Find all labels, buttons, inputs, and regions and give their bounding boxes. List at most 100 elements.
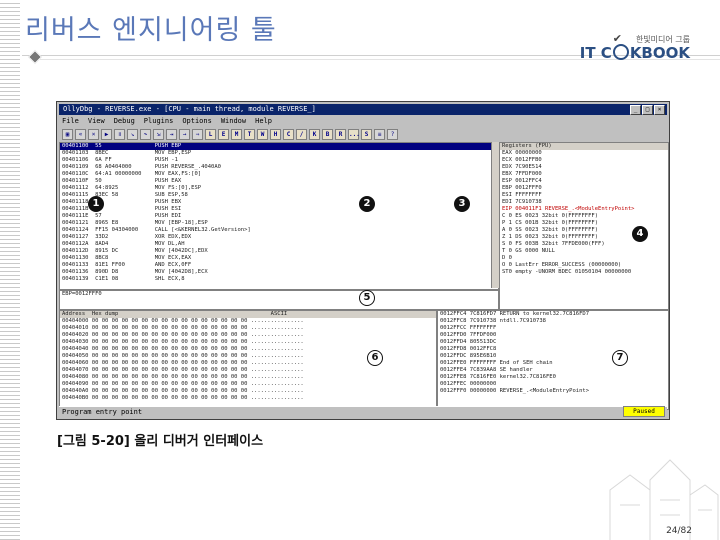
- menu-window[interactable]: Window: [221, 116, 246, 127]
- screenshot-filler-line: 0012FFC4 7C816FD7 RETURN to kernel32.7C8…: [440, 311, 590, 317]
- toolbar-patches[interactable]: /: [296, 128, 307, 140]
- rewind-icon[interactable]: «: [75, 128, 86, 140]
- screenshot-filler-line: 00401100 55 PUSH EBP: [60, 143, 498, 150]
- trace-into-icon[interactable]: ⇲: [153, 128, 164, 140]
- screenshot-filler-line: ESI FFFFFFFF: [502, 192, 542, 198]
- screenshot-filler-line: 00401127 33D2 XOR EDX,EDX: [62, 234, 192, 240]
- callout-2: 2: [359, 196, 375, 212]
- screenshot-filler-line: 00401133 81E1 FF00 AND ECX,0FF: [62, 262, 192, 268]
- screenshot-filler-line: EBP 0012FFF0: [502, 185, 542, 191]
- toolbar-run-trace[interactable]: ...: [348, 128, 360, 140]
- paused-badge: Paused: [623, 406, 665, 417]
- screenshot-filler-line: 00404020 00 00 00 00 00 00 00 00 00 00 0…: [62, 332, 304, 338]
- callout-1: 1: [88, 196, 104, 212]
- menu-plugins[interactable]: Plugins: [144, 116, 174, 127]
- pause-icon[interactable]: ॥: [114, 128, 125, 140]
- screenshot-filler-line: 00404000 00 00 00 00 00 00 00 00 00 00 0…: [62, 318, 304, 324]
- screenshot-filler-line: 00401103 8BEC MOV EBP,ESP: [62, 150, 192, 156]
- screenshot-filler-line: 00401130 8BC8 MOV ECX,EAX: [62, 255, 192, 261]
- figure-caption: [그림 5-20] 올리 디버거 인터페이스: [57, 434, 264, 449]
- toolbar-source[interactable]: S: [361, 128, 372, 140]
- step-over-icon[interactable]: ↷: [140, 128, 151, 140]
- screenshot-filler-line: 00401112 64:8925 MOV FS:[0],ESP: [62, 185, 202, 191]
- toolbar-threads[interactable]: T: [244, 128, 255, 140]
- register-lines: EAX 00000000 ECX 0012FFB0 EDX 7C90E514 EBX …: [500, 150, 668, 276]
- hex-header: Hex dump: [91, 311, 119, 317]
- disassembly-pane[interactable]: 00401100 55 PUSH EBP 00401103 8BEC MOV EB…: [59, 142, 499, 290]
- goto-icon[interactable]: ⇒: [192, 128, 203, 140]
- toolbar-breakpoints[interactable]: B: [322, 128, 333, 140]
- screenshot-filler-line: ESP 0012FFC4: [502, 178, 542, 184]
- screenshot-filler-line: 00401121 8965 E8 MOV [EBP-18],ESP: [62, 220, 208, 226]
- address-header: Address: [62, 311, 86, 317]
- toolbar-cpu[interactable]: C: [283, 128, 294, 140]
- it-cookbook-logo: IT C KBOOK: [580, 44, 690, 62]
- execute-till-return-icon[interactable]: →: [179, 128, 190, 140]
- menu-view[interactable]: View: [88, 116, 105, 127]
- screenshot-filler-line: ST0 empty -UNORM BDEC 01050104 00000000: [502, 269, 632, 275]
- page-number: 24/82: [666, 526, 692, 536]
- toolbar: ▣ « × ▶ ॥ ↘ ↷ ⇲ ⇥ → ⇒ L E M T W H C / K …: [59, 128, 667, 140]
- screenshot-filler-line: 0040110F 50 PUSH EAX: [62, 178, 182, 184]
- help-icon[interactable]: ?: [387, 128, 398, 140]
- screenshot-filler-line: O 0 LastErr ERROR_SUCCESS (00000000): [502, 262, 622, 268]
- step-into-icon[interactable]: ↘: [127, 128, 138, 140]
- menu-help[interactable]: Help: [255, 116, 272, 127]
- window-title: OllyDbg - REVERSE.exe - [CPU - main thre…: [63, 105, 316, 113]
- screenshot-filler-line: 0012FFD8 0012FFC8: [440, 346, 497, 352]
- logo-o-icon: [612, 44, 629, 60]
- screenshot-filler-line: 0012FFD0 7FFDF000: [440, 332, 497, 338]
- status-bar: Program entry point: [59, 406, 667, 417]
- menubar: File View Debug Plugins Options Window H…: [59, 116, 667, 127]
- ollydbg-window: OllyDbg - REVERSE.exe - [CPU - main thre…: [56, 101, 670, 420]
- minimize-icon[interactable]: _: [630, 105, 641, 115]
- screenshot-filler-line: 00404080 00 00 00 00 00 00 00 00 00 00 0…: [62, 374, 304, 380]
- menu-options[interactable]: Options: [182, 116, 212, 127]
- close-file-icon[interactable]: ×: [88, 128, 99, 140]
- screenshot-filler-line: EDX 7C90E514: [502, 164, 542, 170]
- ascii-header: ASCII: [270, 311, 288, 317]
- left-stripe-decoration: [0, 0, 20, 540]
- screenshot-filler-line: 0040112A 8AD4 MOV DL,AH: [62, 241, 185, 247]
- screenshot-filler-line: 0012FFF0 00000000 REVERSE_.<ModuleEntryP…: [440, 388, 590, 394]
- status-text: Program entry point: [62, 408, 143, 416]
- screenshot-filler-line: 0012FFE8 7C816FE0 kernel32.7C816FE0: [440, 374, 556, 380]
- screenshot-filler-line: 00404010 00 00 00 00 00 00 00 00 00 00 0…: [62, 325, 304, 331]
- open-icon[interactable]: ▣: [62, 128, 73, 140]
- screenshot-filler-line: 004040B0 00 00 00 00 00 00 00 00 00 00 0…: [62, 395, 304, 401]
- callout-7: 7: [612, 350, 628, 366]
- toolbar-callstack[interactable]: K: [309, 128, 320, 140]
- disassembly-scrollbar[interactable]: [491, 142, 499, 288]
- screenshot-filler-line: 0012FFDC 895E6B10: [440, 353, 497, 359]
- screenshot-filler-line: 00401106 6A FF PUSH -1: [62, 157, 178, 163]
- screenshot-filler-line: EAX 00000000: [502, 150, 542, 156]
- screenshot-filler-line: 00401139 C1E1 08 SHL ECX,8: [62, 276, 185, 282]
- toolbar-log[interactable]: L: [205, 128, 216, 140]
- screenshot-filler-line: ECX 0012FFB0: [502, 157, 542, 163]
- screenshot-filler-line: 0040111B 56 PUSH ESI: [62, 206, 182, 212]
- screenshot-filler-line: D 0: [502, 255, 512, 261]
- menu-file[interactable]: File: [62, 116, 79, 127]
- options-icon[interactable]: ≡: [374, 128, 385, 140]
- toolbar-handles[interactable]: H: [270, 128, 281, 140]
- screenshot-filler-line: 00404090 00 00 00 00 00 00 00 00 00 00 0…: [62, 381, 304, 387]
- toolbar-memory[interactable]: M: [231, 128, 242, 140]
- screenshot-filler-line: 00401124 FF15 04304000 CALL [<&KERNEL32.…: [62, 227, 251, 233]
- run-icon[interactable]: ▶: [101, 128, 112, 140]
- toolbar-references[interactable]: R: [335, 128, 346, 140]
- screenshot-filler-line: 00401118 53 PUSH EBX: [62, 199, 182, 205]
- maximize-icon[interactable]: □: [642, 105, 653, 115]
- close-icon[interactable]: ×: [654, 105, 665, 115]
- registers-header: Registers (FPU): [500, 143, 668, 150]
- screenshot-filler-line: 0012FFCC FFFFFFFF: [440, 325, 497, 331]
- menu-debug[interactable]: Debug: [114, 116, 135, 127]
- screenshot-filler-line: EIP 004011F1 REVERSE_.<ModuleEntryPoint>: [502, 206, 635, 212]
- toolbar-windows[interactable]: W: [257, 128, 268, 140]
- screenshot-filler-line: 004040A0 00 00 00 00 00 00 00 00 00 00 0…: [62, 388, 304, 394]
- logo-prefix: IT C: [579, 44, 612, 62]
- trace-over-icon[interactable]: ⇥: [166, 128, 177, 140]
- toolbar-modules[interactable]: E: [218, 128, 229, 140]
- diamond-bullet-icon: [27, 49, 43, 65]
- screenshot-filler-line: 0012FFD4 805513DC: [440, 339, 497, 345]
- stack-pane[interactable]: 0012FFC4 7C816FD7 RETURN to kernel32.7C8…: [437, 310, 669, 410]
